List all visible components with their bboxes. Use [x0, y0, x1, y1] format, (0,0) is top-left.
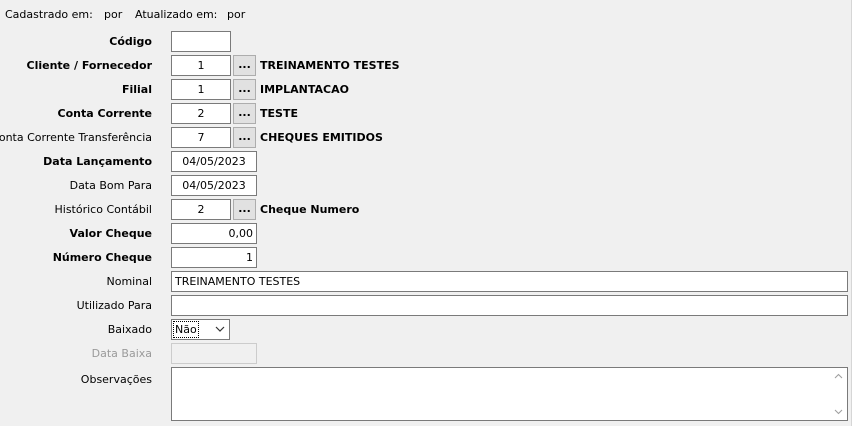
- historico-contabil-lookup-button[interactable]: ...: [233, 199, 256, 220]
- nominal-field[interactable]: TREINAMENTO TESTES: [171, 271, 848, 292]
- data-baixa-field: [171, 343, 257, 364]
- scroll-up-arrow-icon[interactable]: [834, 372, 843, 381]
- codigo-label: Código: [109, 35, 152, 48]
- observacoes-scrollbar[interactable]: [830, 368, 847, 420]
- cliente-fornecedor-description: TREINAMENTO TESTES: [260, 59, 400, 72]
- data-baixa-label: Data Baixa: [91, 347, 152, 360]
- numero-cheque-field[interactable]: 1: [171, 247, 257, 268]
- historico-contabil-label: Histórico Contábil: [54, 203, 153, 216]
- scroll-down-arrow-icon[interactable]: [834, 407, 843, 416]
- numero-cheque-label: Número Cheque: [52, 251, 152, 264]
- updated-by-label: por: [227, 8, 246, 21]
- baixado-label: Baixado: [107, 323, 152, 336]
- cliente-fornecedor-lookup-button[interactable]: ...: [233, 55, 256, 76]
- baixado-select[interactable]: Não: [171, 319, 230, 340]
- data-lancamento-field[interactable]: 04/05/2023: [171, 151, 257, 172]
- cliente-fornecedor-label: Cliente / Fornecedor: [26, 59, 152, 72]
- updated-label: Atualizado em:: [135, 8, 218, 21]
- filial-description: IMPLANTACAO: [260, 83, 349, 96]
- historico-contabil-field[interactable]: 2: [171, 199, 231, 220]
- cliente-fornecedor-field[interactable]: 1: [171, 55, 231, 76]
- conta-transferencia-lookup-button[interactable]: ...: [233, 127, 256, 148]
- conta-corrente-description: TESTE: [260, 107, 298, 120]
- created-label: Cadastrado em:: [5, 8, 93, 21]
- data-bom-para-field[interactable]: 04/05/2023: [171, 175, 257, 196]
- data-lancamento-label: Data Lançamento: [43, 155, 152, 168]
- codigo-field[interactable]: [171, 31, 231, 52]
- nominal-label: Nominal: [106, 275, 153, 288]
- conta-transferencia-description: CHEQUES EMITIDOS: [260, 131, 383, 144]
- valor-cheque-field[interactable]: 0,00: [171, 223, 257, 244]
- conta-transferencia-label: Conta Corrente Transferência: [0, 131, 152, 144]
- filial-label: Filial: [121, 83, 152, 96]
- conta-corrente-lookup-button[interactable]: ...: [233, 103, 256, 124]
- filial-lookup-button[interactable]: ...: [233, 79, 256, 100]
- utilizado-para-field[interactable]: [171, 295, 848, 316]
- conta-corrente-field[interactable]: 2: [171, 103, 231, 124]
- filial-field[interactable]: 1: [171, 79, 231, 100]
- conta-transferencia-field[interactable]: 7: [171, 127, 231, 148]
- valor-cheque-label: Valor Cheque: [69, 227, 152, 240]
- data-bom-para-label: Data Bom Para: [69, 179, 152, 192]
- chevron-down-icon[interactable]: [214, 322, 226, 337]
- observacoes-textarea[interactable]: [171, 367, 848, 421]
- conta-corrente-label: Conta Corrente: [57, 107, 152, 120]
- utilizado-para-label: Utilizado Para: [76, 299, 152, 312]
- baixado-selected-value: Não: [173, 321, 199, 338]
- observacoes-label: Observações: [80, 373, 152, 386]
- created-by-label: por: [104, 8, 123, 21]
- historico-contabil-description: Cheque Numero: [260, 203, 360, 216]
